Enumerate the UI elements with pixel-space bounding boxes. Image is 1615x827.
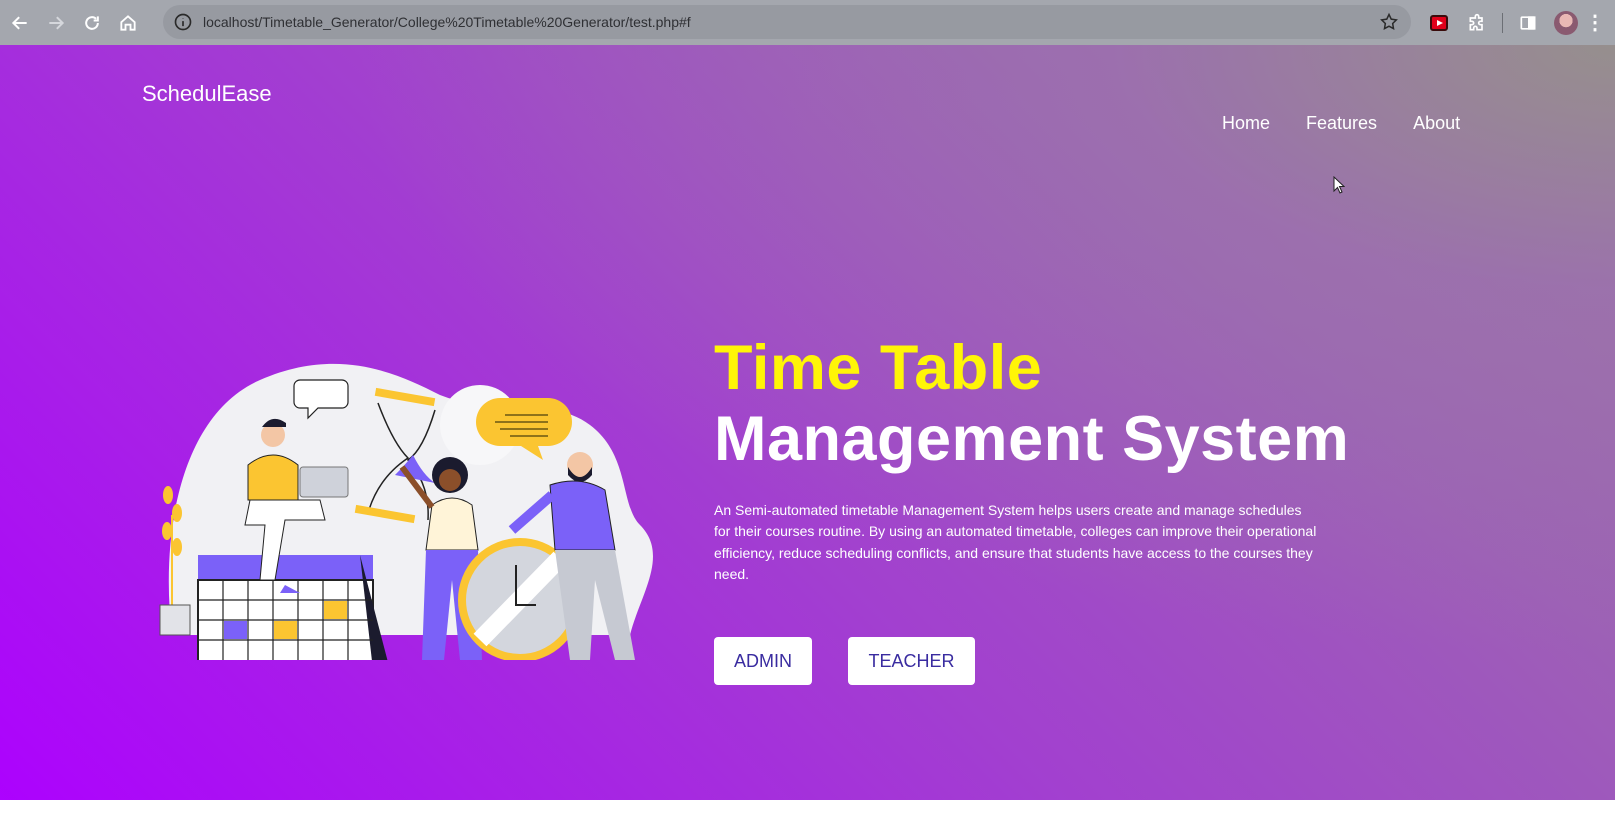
nav-link-about[interactable]: About	[1413, 113, 1460, 134]
hero-title: Time Table Management System	[714, 337, 1349, 471]
extensions-area: ⋮	[1420, 0, 1605, 45]
hero-title-line2: Management System	[714, 404, 1350, 474]
mouse-cursor-icon	[1333, 176, 1345, 194]
hero-illustration	[159, 363, 653, 660]
forward-icon[interactable]	[38, 5, 74, 41]
address-bar[interactable]: localhost/Timetable_Generator/College%20…	[163, 5, 1411, 39]
home-icon[interactable]	[110, 5, 146, 41]
hero-title-line1: Time Table	[714, 333, 1043, 403]
site-info-icon[interactable]	[173, 12, 193, 32]
profile-avatar[interactable]	[1547, 5, 1585, 41]
toolbar-separator	[1502, 12, 1503, 33]
reload-icon[interactable]	[74, 5, 110, 41]
teacher-button[interactable]: TEACHER	[848, 637, 975, 685]
side-panel-icon[interactable]	[1509, 5, 1547, 41]
brand-logo[interactable]: SchedulEase	[142, 81, 272, 107]
youtube-extension-icon[interactable]	[1420, 5, 1458, 41]
nav-link-home[interactable]: Home	[1222, 113, 1270, 134]
extensions-puzzle-icon[interactable]	[1458, 5, 1496, 41]
hero-section: SchedulEase Home Features About Time Tab…	[0, 45, 1615, 827]
back-icon[interactable]	[2, 5, 38, 41]
admin-button[interactable]: ADMIN	[714, 637, 812, 685]
browser-toolbar: localhost/Timetable_Generator/College%20…	[0, 0, 1615, 45]
more-menu-icon[interactable]: ⋮	[1585, 5, 1605, 41]
url-text[interactable]: localhost/Timetable_Generator/College%20…	[203, 14, 691, 30]
page-bottom-edge	[0, 800, 1615, 827]
bookmark-star-icon[interactable]	[1379, 12, 1399, 32]
hero-description: An Semi-automated timetable Management S…	[714, 502, 1317, 582]
nav-link-features[interactable]: Features	[1306, 113, 1377, 134]
main-nav: Home Features About	[1222, 113, 1460, 134]
